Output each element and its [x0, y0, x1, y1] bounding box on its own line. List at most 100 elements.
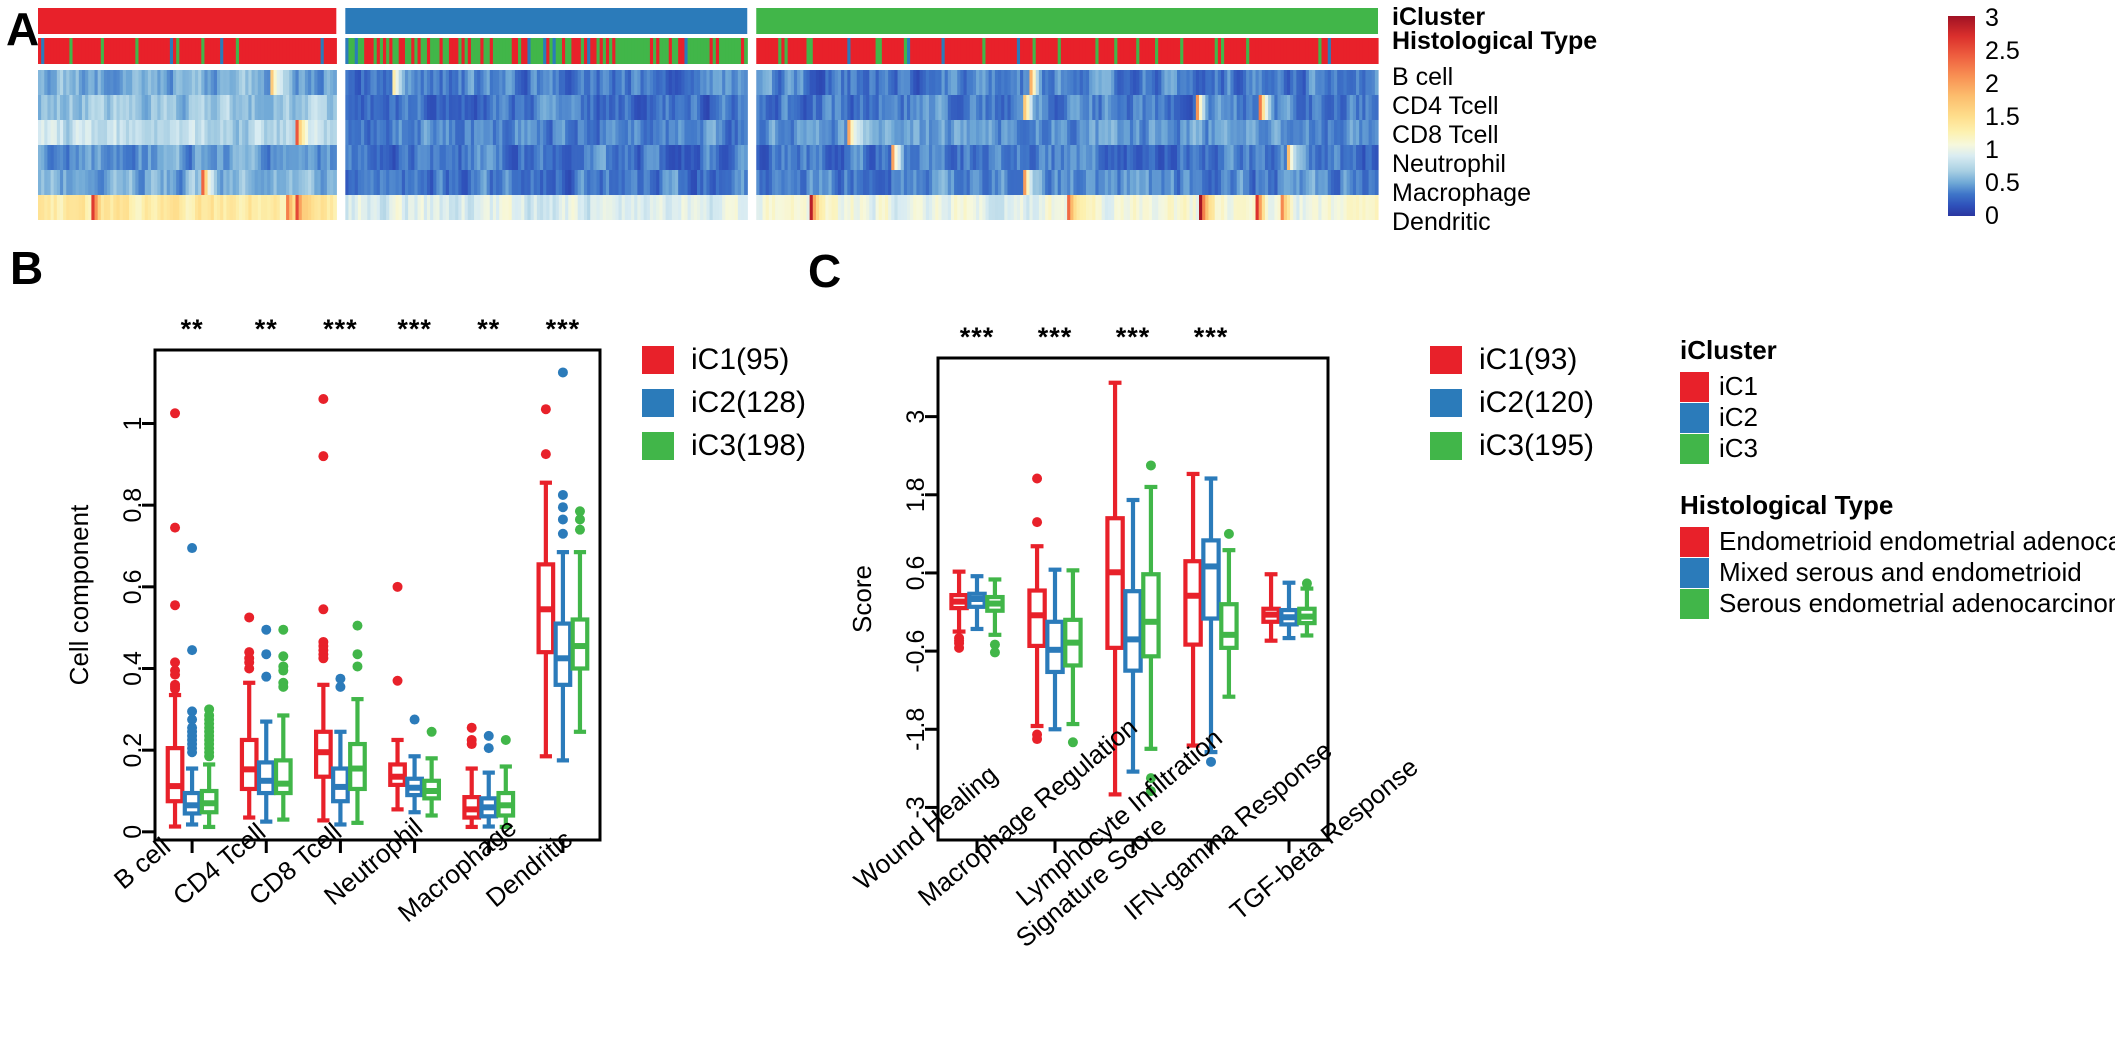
- panel-b-legend: iC1(95) iC2(128) iC3(198): [642, 338, 806, 467]
- colorbar-svg: [1948, 16, 1975, 216]
- box-neutrophil-ic3: [422, 726, 442, 818]
- box-macrophage-regulation-ic1: [1027, 473, 1047, 745]
- ytick-4: -1.8: [902, 708, 930, 751]
- heatmap-colorbar: [1948, 10, 2098, 225]
- box-dendritic-ic3: [570, 506, 590, 734]
- ytick-3: 0.6: [119, 569, 147, 604]
- colorbar-tick-0: 0: [1985, 202, 1999, 230]
- panel-b-legend-label-ic2: iC2(128): [691, 385, 807, 419]
- side-legend-icluster-label-ic3: iC3: [1719, 433, 1759, 463]
- heatmap-row-label-b-cell: B cell: [1392, 63, 1454, 91]
- panel-c-legend-swatch-ic1: [1430, 345, 1462, 374]
- panel-c-chart: 3 1.8 0.6 -0.6 -1.8 -3 Score *** *** *** ***: [790, 240, 1450, 880]
- significance-marker-0: ***: [960, 322, 995, 352]
- box-cd8-tcell-ic2: [331, 673, 350, 827]
- ytick-3: -0.6: [902, 630, 930, 673]
- box-macrophage-regulation-ic3: [1063, 568, 1083, 748]
- colorbar-tick-1p5: 1.5: [1985, 103, 2020, 131]
- ytick-2: 0.4: [119, 651, 147, 686]
- side-legend-icluster-label-ic1: iC1: [1719, 371, 1759, 401]
- heatmap-row-label-cd8-tcell: CD8 Tcell: [1392, 121, 1499, 149]
- box-dendritic-ic1: [536, 404, 556, 759]
- panel-b-legend-swatch-ic2: [642, 388, 674, 417]
- panel-a-letter: A: [6, 3, 40, 55]
- panel-c-legend-label-ic2: iC2(120): [1479, 385, 1595, 419]
- box-cd4-tcell-ic2: [256, 624, 276, 824]
- heatmap-svg: [38, 8, 1379, 220]
- heatmap-row-label-macrophage: Macrophage: [1392, 179, 1531, 207]
- box-tgf-beta-response-ic2: [1279, 580, 1299, 641]
- significance-marker-2: ***: [323, 314, 358, 344]
- box-macrophage-ic2: [479, 730, 499, 829]
- significance-marker-3: ***: [397, 314, 432, 344]
- colorbar-tick-1: 1: [1985, 136, 1999, 164]
- box-cd4-tcell-ic1: [239, 612, 259, 820]
- box-macrophage-ic1: [462, 722, 482, 830]
- panel-c-svg: 31.80.6-0.6-1.8-3Score*** *** *** ***: [847, 322, 1330, 853]
- significance-marker-1: **: [255, 314, 278, 344]
- side-legend-icluster: iCluster iC1 iC2 iC3: [1680, 335, 1777, 464]
- significance-marker-1: ***: [1038, 322, 1073, 352]
- y-axis-title: Score: [847, 565, 877, 633]
- panel-c-legend-label-ic3: iC3(195): [1479, 428, 1595, 462]
- box-b-cell-ic1: [165, 408, 185, 829]
- panel-c-legend-swatch-ic2: [1430, 388, 1462, 417]
- panel-b-legend-label-ic3: iC3(198): [691, 428, 807, 462]
- box-dendritic-ic2: [553, 367, 573, 763]
- significance-marker-3: ***: [1194, 322, 1229, 352]
- panel-c-legend-label-ic1: iC1(93): [1479, 342, 1578, 376]
- y-axis-title: Cell component: [64, 504, 94, 685]
- panel-b-legend-label-ic1: iC1(95): [691, 342, 790, 376]
- heatmap-annot-label-icluster: iCluster: [1392, 3, 1486, 31]
- box-macrophage-regulation-ic2: [1045, 567, 1065, 732]
- side-legend-icluster-title: iCluster: [1680, 335, 1777, 365]
- significance-marker-4: **: [477, 314, 500, 344]
- box-wound-healing-ic1: [949, 569, 969, 653]
- colorbar-gradient: [1948, 16, 1975, 216]
- box-ifn-gamma-response-ic3: [1219, 528, 1239, 699]
- box-cd8-tcell-ic3: [348, 620, 367, 825]
- box-neutrophil-ic2: [405, 714, 424, 815]
- side-legend-histological-label-serous: Serous endometrial adenocarcinoma: [1719, 588, 2115, 618]
- side-legend-histological-label-endometrioid: Endometrioid endometrial adenocarcinoma: [1719, 526, 2115, 556]
- box-neutrophil-ic1: [388, 581, 407, 812]
- side-legend-icluster-swatch-ic2: [1680, 402, 1709, 433]
- panel-c-legend-swatch-ic3: [1430, 431, 1462, 460]
- heatmap-panel: [38, 8, 1379, 223]
- ytick-5: 1: [119, 417, 147, 431]
- box-b-cell-ic2: [182, 543, 202, 827]
- ytick-4: 0.8: [119, 488, 147, 523]
- box-wound-healing-ic3: [985, 577, 1005, 658]
- heatmap-annot-label-histological-type: Histological Type: [1392, 27, 1598, 55]
- side-legend-histological-swatch-mixed: [1680, 557, 1709, 588]
- panel-c-legend: iC1(93) iC2(120) iC3(195): [1430, 338, 1594, 467]
- side-legend-icluster-swatch-ic1: [1680, 371, 1709, 402]
- heatmap-row-label-dendritic: Dendritic: [1392, 208, 1491, 236]
- box-ifn-gamma-response-ic1: [1183, 471, 1203, 748]
- box-cd8-tcell-ic1: [313, 394, 333, 823]
- heatmap-row-label-cd4-tcell: CD4 Tcell: [1392, 92, 1499, 120]
- colorbar-tick-2: 2: [1985, 70, 1999, 98]
- side-legend-histological-type: Histological Type Endometrioid endometri…: [1680, 490, 2115, 619]
- colorbar-tick-0p5: 0.5: [1985, 169, 2020, 197]
- panel-b-legend-swatch-ic3: [642, 431, 674, 460]
- panel-b-chart: 0 0.2 0.4 0.6 0.8 1 Cell component ** ** *** *** **…: [0, 240, 700, 880]
- box-lymphocyte-infiltration-signature-score-ic3: [1141, 460, 1161, 797]
- side-legend-icluster-swatch-ic3: [1680, 433, 1709, 464]
- side-legend-icluster-label-ic2: iC2: [1719, 402, 1759, 432]
- significance-marker-2: ***: [1116, 322, 1151, 352]
- box-tgf-beta-response-ic1: [1261, 572, 1281, 643]
- box-b-cell-ic3: [199, 704, 219, 830]
- ytick-2: 0.6: [902, 556, 930, 591]
- side-legend-histological-swatch-endometrioid: [1680, 526, 1709, 557]
- ytick-1: 0.2: [119, 733, 147, 768]
- box-wound-healing-ic2: [967, 574, 987, 632]
- ytick-0: 3: [902, 410, 930, 424]
- heatmap-row-labels: iCluster Histological Type B cell CD4 Tc…: [1392, 3, 1598, 237]
- box-tgf-beta-response-ic3: [1297, 578, 1317, 638]
- panel-b-legend-swatch-ic1: [642, 345, 674, 374]
- box-cd4-tcell-ic3: [273, 624, 293, 822]
- heatmap-row-label-neutrophil: Neutrophil: [1392, 150, 1506, 178]
- side-legend-histological-label-mixed: Mixed serous and endometrioid: [1719, 557, 2082, 587]
- colorbar-tick-2p5: 2.5: [1985, 37, 2020, 65]
